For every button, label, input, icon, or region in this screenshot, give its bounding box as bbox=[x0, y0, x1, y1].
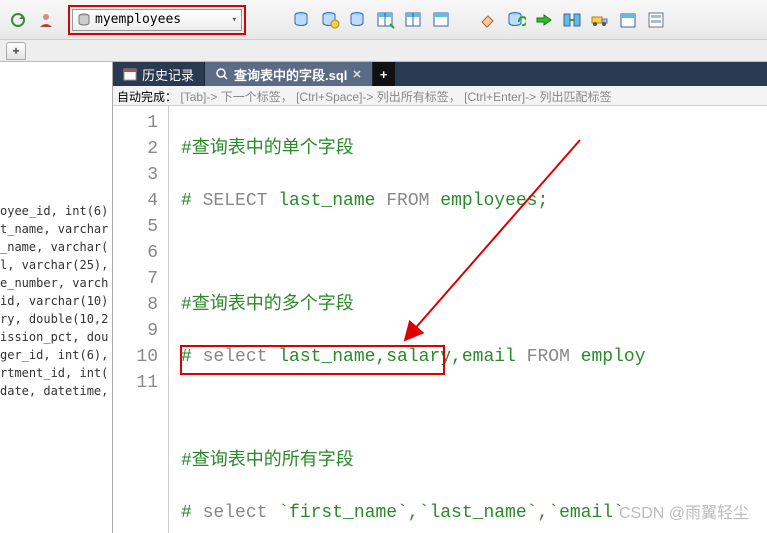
database-name: myemployees bbox=[95, 12, 181, 27]
db-action-2-icon[interactable] bbox=[318, 8, 342, 32]
col-item: e_number, varch bbox=[0, 274, 112, 292]
db-selector-highlight: myemployees ▾ bbox=[68, 5, 246, 35]
truck-icon[interactable] bbox=[588, 8, 612, 32]
tab-label: 历史记录 bbox=[142, 65, 194, 84]
close-icon[interactable]: ✕ bbox=[352, 68, 361, 81]
editor-tabs: 历史记录 查询表中的字段.sql ✕ + bbox=[113, 62, 767, 86]
col-item: ger_id, int(6), bbox=[0, 346, 112, 364]
col-item: oyee_id, int(6) bbox=[0, 202, 112, 220]
col-item: ry, double(10,2 bbox=[0, 310, 112, 328]
col-item: rtment_id, int( bbox=[0, 364, 112, 382]
database-dropdown[interactable]: myemployees ▾ bbox=[72, 9, 242, 31]
columns-sidebar: oyee_id, int(6) t_name, varchar _name, v… bbox=[0, 62, 113, 533]
table-3-icon[interactable] bbox=[430, 8, 454, 32]
hints-label: 自动完成： bbox=[117, 90, 177, 104]
form-icon[interactable] bbox=[644, 8, 668, 32]
hint-tab: [Tab]-> 下一个标签， bbox=[180, 90, 292, 104]
search-icon bbox=[215, 67, 229, 81]
secondary-tab-bar: + bbox=[0, 40, 767, 62]
table-icon[interactable] bbox=[374, 8, 398, 32]
col-item: l, varchar(25), bbox=[0, 256, 112, 274]
db-action-3-icon[interactable] bbox=[346, 8, 370, 32]
add-tab-button[interactable]: + bbox=[373, 62, 395, 86]
col-item: ission_pct, dou bbox=[0, 328, 112, 346]
refresh-icon[interactable] bbox=[6, 8, 30, 32]
tab-label: 查询表中的字段.sql bbox=[234, 65, 347, 84]
editor-pane: 历史记录 查询表中的字段.sql ✕ + 自动完成： [Tab]-> 下一个标签… bbox=[113, 62, 767, 533]
code-content[interactable]: #查询表中的单个字段 # SELECT last_name FROM emplo… bbox=[169, 106, 767, 533]
user-icon[interactable] bbox=[34, 8, 58, 32]
main-toolbar: myemployees ▾ bbox=[0, 0, 767, 40]
table-2-icon[interactable] bbox=[402, 8, 426, 32]
tab-history[interactable]: 历史记录 bbox=[113, 62, 205, 86]
run-icon[interactable] bbox=[532, 8, 556, 32]
hint-ctrlspace: [Ctrl+Space]-> 列出所有标签， bbox=[296, 90, 461, 104]
calendar-icon[interactable] bbox=[616, 8, 640, 32]
chevron-down-icon: ▾ bbox=[232, 15, 237, 25]
autocomplete-hints: 自动完成： [Tab]-> 下一个标签， [Ctrl+Space]-> 列出所有… bbox=[113, 86, 767, 106]
watermark: CSDN @雨翼轻尘 bbox=[619, 499, 749, 523]
tab-sql-file[interactable]: 查询表中的字段.sql ✕ bbox=[205, 62, 373, 86]
col-item: id, varchar(10) bbox=[0, 292, 112, 310]
db-refresh-icon[interactable] bbox=[504, 8, 528, 32]
eraser-icon[interactable] bbox=[476, 8, 500, 32]
new-tab-button[interactable]: + bbox=[6, 42, 26, 60]
hint-ctrlenter: [Ctrl+Enter]-> 列出匹配标签 bbox=[464, 90, 611, 104]
calendar-icon bbox=[123, 67, 137, 81]
line-gutter: 123 456 789 1011 bbox=[113, 106, 169, 533]
code-editor[interactable]: 123 456 789 1011 #查询表中的单个字段 # SELECT las… bbox=[113, 106, 767, 533]
compare-icon[interactable] bbox=[560, 8, 584, 32]
col-item: _name, varchar( bbox=[0, 238, 112, 256]
database-icon bbox=[77, 13, 91, 27]
db-action-icon[interactable] bbox=[290, 8, 314, 32]
col-item: t_name, varchar bbox=[0, 220, 112, 238]
col-item: date, datetime, bbox=[0, 382, 112, 400]
